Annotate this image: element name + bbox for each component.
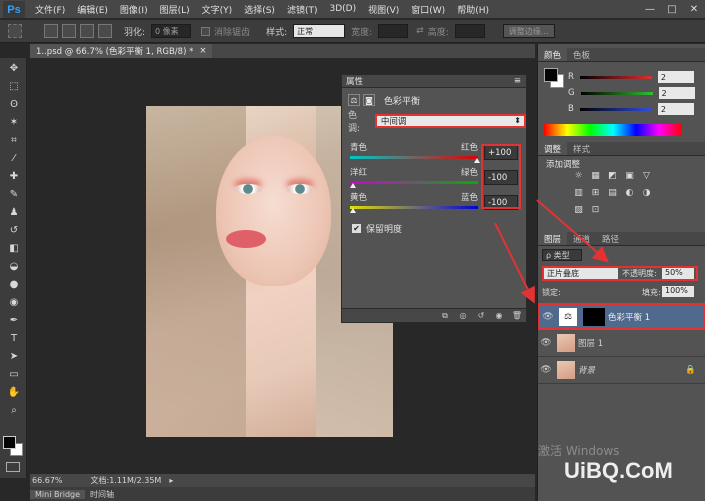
fg-color-chip[interactable] [544,68,558,82]
arrow-to-blend-mode [536,199,610,263]
arrow-to-layer [494,222,535,304]
foreground-color[interactable] [3,436,16,449]
annotation-arrows [494,199,610,304]
